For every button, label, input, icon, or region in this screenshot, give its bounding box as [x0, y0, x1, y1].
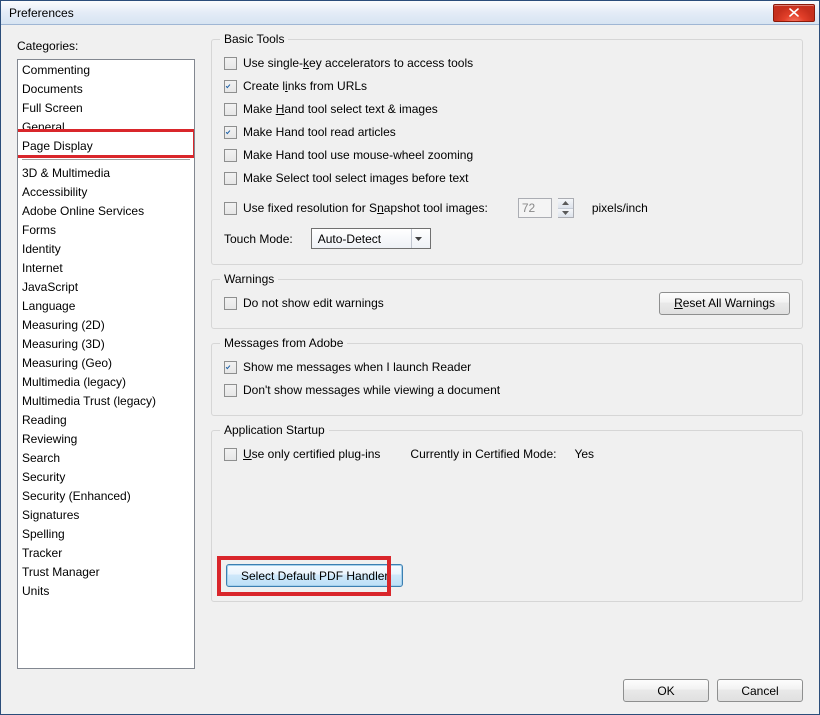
- checkbox-hand-articles[interactable]: [224, 126, 237, 139]
- checkbox-label: Use fixed resolution for Snapshot tool i…: [243, 201, 488, 215]
- group-warnings: Warnings Do not show edit warnings Reset…: [211, 279, 803, 329]
- category-item[interactable]: Full Screen: [18, 99, 194, 118]
- titlebar: Preferences: [1, 1, 819, 25]
- category-item[interactable]: Page Display: [18, 137, 194, 156]
- checkbox-label: Don't show messages while viewing a docu…: [243, 383, 500, 397]
- category-item[interactable]: Identity: [18, 240, 194, 259]
- checkbox-label: Use single-key accelerators to access to…: [243, 56, 473, 70]
- checkbox-no-edit-warnings[interactable]: [224, 297, 237, 310]
- checkbox-accelerators[interactable]: [224, 57, 237, 70]
- snapshot-resolution-spinner[interactable]: [558, 198, 574, 218]
- category-item[interactable]: 3D & Multimedia: [18, 164, 194, 183]
- group-title: Warnings: [220, 272, 278, 286]
- certified-mode-value: Yes: [574, 447, 594, 461]
- checkbox-label: Make Hand tool use mouse-wheel zooming: [243, 148, 473, 162]
- checkbox-hand-wheel[interactable]: [224, 149, 237, 162]
- checkbox-label: Make Hand tool select text & images: [243, 102, 438, 116]
- checkbox-label: Make Hand tool read articles: [243, 125, 396, 139]
- category-item[interactable]: Language: [18, 297, 194, 316]
- checkbox-select-images[interactable]: [224, 172, 237, 185]
- checkbox-label: Use only certified plug-ins: [243, 447, 380, 461]
- checkbox-show-on-launch[interactable]: [224, 361, 237, 374]
- category-item[interactable]: Search: [18, 449, 194, 468]
- category-item[interactable]: Measuring (Geo): [18, 354, 194, 373]
- checkbox-label: Do not show edit warnings: [243, 296, 384, 310]
- checkbox-label: Create links from URLs: [243, 79, 367, 93]
- cancel-button[interactable]: Cancel: [717, 679, 803, 702]
- preferences-window: Preferences Categories: Commenting Docum…: [0, 0, 820, 715]
- snapshot-resolution-input[interactable]: 72: [518, 198, 552, 218]
- category-item[interactable]: Measuring (3D): [18, 335, 194, 354]
- select-default-pdf-handler-button[interactable]: Select Default PDF Handler: [226, 564, 403, 587]
- dialog-footer: OK Cancel: [17, 669, 803, 702]
- select-value: Auto-Detect: [318, 232, 381, 246]
- checkbox-label: Make Select tool select images before te…: [243, 171, 468, 185]
- category-item[interactable]: Measuring (2D): [18, 316, 194, 335]
- categories-list[interactable]: Commenting Documents Full Screen General…: [17, 59, 195, 669]
- close-button[interactable]: [773, 4, 815, 22]
- checkbox-dont-show-viewing[interactable]: [224, 384, 237, 397]
- category-item[interactable]: Trust Manager: [18, 563, 194, 582]
- category-divider: [22, 159, 190, 160]
- category-item[interactable]: Multimedia Trust (legacy): [18, 392, 194, 411]
- category-item[interactable]: Signatures: [18, 506, 194, 525]
- category-item[interactable]: Spelling: [18, 525, 194, 544]
- category-item[interactable]: Commenting: [18, 61, 194, 80]
- group-title: Application Startup: [220, 423, 329, 437]
- reset-warnings-button[interactable]: Reset All Warnings: [659, 292, 790, 315]
- touch-mode-label: Touch Mode:: [224, 232, 293, 246]
- category-item[interactable]: Security (Enhanced): [18, 487, 194, 506]
- checkbox-certified-plugins[interactable]: [224, 448, 237, 461]
- category-item[interactable]: Adobe Online Services: [18, 202, 194, 221]
- group-messages: Messages from Adobe Show me messages whe…: [211, 343, 803, 416]
- category-item[interactable]: JavaScript: [18, 278, 194, 297]
- categories-label: Categories:: [17, 39, 195, 53]
- group-title: Basic Tools: [220, 32, 288, 46]
- close-icon: [789, 8, 799, 17]
- checkbox-hand-select[interactable]: [224, 103, 237, 116]
- category-item[interactable]: Security: [18, 468, 194, 487]
- category-item[interactable]: Reading: [18, 411, 194, 430]
- certified-mode-label: Currently in Certified Mode:: [410, 447, 556, 461]
- units-label: pixels/inch: [592, 201, 648, 215]
- category-item[interactable]: Forms: [18, 221, 194, 240]
- checkbox-links-from-urls[interactable]: [224, 80, 237, 93]
- chevron-up-icon: [562, 201, 569, 205]
- ok-button[interactable]: OK: [623, 679, 709, 702]
- chevron-down-icon: [415, 237, 422, 241]
- category-item[interactable]: Accessibility: [18, 183, 194, 202]
- category-item-general[interactable]: General: [18, 118, 194, 137]
- checkbox-fixed-resolution[interactable]: [224, 202, 237, 215]
- group-title: Messages from Adobe: [220, 336, 347, 350]
- spinner-up[interactable]: [558, 199, 573, 208]
- category-item[interactable]: Units: [18, 582, 194, 601]
- category-item[interactable]: Multimedia (legacy): [18, 373, 194, 392]
- touch-mode-select[interactable]: Auto-Detect: [311, 228, 431, 249]
- category-item[interactable]: Internet: [18, 259, 194, 278]
- spinner-down[interactable]: [558, 208, 573, 218]
- category-item[interactable]: Reviewing: [18, 430, 194, 449]
- chevron-down-icon: [562, 211, 569, 215]
- group-startup: Application Startup Use only certified p…: [211, 430, 803, 602]
- checkbox-label: Show me messages when I launch Reader: [243, 360, 471, 374]
- category-item[interactable]: Documents: [18, 80, 194, 99]
- group-basic-tools: Basic Tools Use single-key accelerators …: [211, 39, 803, 265]
- window-title: Preferences: [9, 6, 773, 20]
- category-item[interactable]: Tracker: [18, 544, 194, 563]
